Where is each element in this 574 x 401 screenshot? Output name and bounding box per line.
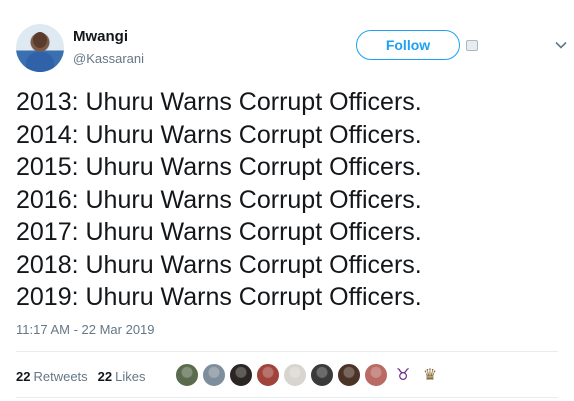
retweets-stat[interactable]: 22 Retweets: [16, 369, 88, 384]
tweet-line: 2018: Uhuru Warns Corrupt Officers.: [16, 250, 422, 279]
follow-button[interactable]: Follow: [356, 30, 460, 60]
trophy-icon[interactable]: ♛: [418, 363, 442, 387]
bull-icon[interactable]: ♉: [391, 363, 415, 387]
divider: [16, 351, 558, 352]
chevron-down-icon[interactable]: [554, 38, 568, 52]
tweet-line: 2017: Uhuru Warns Corrupt Officers.: [16, 218, 422, 246]
liker-avatar-7[interactable]: [337, 363, 361, 387]
tweet-line: 2016: Uhuru Warns Corrupt Officers.: [16, 185, 422, 214]
liker-avatar-2[interactable]: [202, 363, 226, 387]
tweet-stats: 22 Retweets 22 Likes: [16, 369, 146, 384]
retweets-label: Retweets: [33, 369, 88, 384]
likes-label: Likes: [115, 369, 146, 384]
retweets-count: 22: [16, 369, 31, 384]
liker-avatars: ♉ ♛: [175, 363, 442, 389]
tweet-header: Mwangi @Kassarani Follow: [16, 24, 567, 74]
user-handle[interactable]: @Kassarani: [73, 51, 144, 66]
avatar-head: [33, 32, 47, 48]
likes-count: 22: [97, 369, 113, 384]
avatar-body: [26, 52, 54, 72]
follow-extra-icon: [466, 40, 478, 51]
avatar[interactable]: [16, 24, 64, 72]
liker-avatar-6[interactable]: [310, 363, 334, 387]
tweet-line: 2013: Uhuru Warns Corrupt Officers.: [16, 88, 422, 116]
liker-avatar-5[interactable]: [283, 363, 307, 387]
tweet-line: 2015: Uhuru Warns Corrupt Officers.: [16, 153, 422, 181]
liker-avatar-1[interactable]: [175, 363, 199, 387]
liker-avatar-4[interactable]: [256, 363, 280, 387]
liker-avatar-8[interactable]: [364, 363, 388, 387]
divider: [16, 397, 558, 398]
likes-stat[interactable]: 22 Likes: [98, 369, 146, 384]
tweet-timestamp[interactable]: 11:17 AM - 22 Mar 2019: [16, 322, 155, 337]
tweet-text: 2013: Uhuru Warns Corrupt Officers. 2014…: [16, 86, 566, 314]
tweet-line: 2014: Uhuru Warns Corrupt Officers.: [16, 120, 422, 149]
liker-avatar-3[interactable]: [229, 363, 253, 387]
tweet-line: 2019: Uhuru Warns Corrupt Officers.: [16, 283, 422, 311]
user-name[interactable]: Mwangi: [73, 28, 128, 45]
